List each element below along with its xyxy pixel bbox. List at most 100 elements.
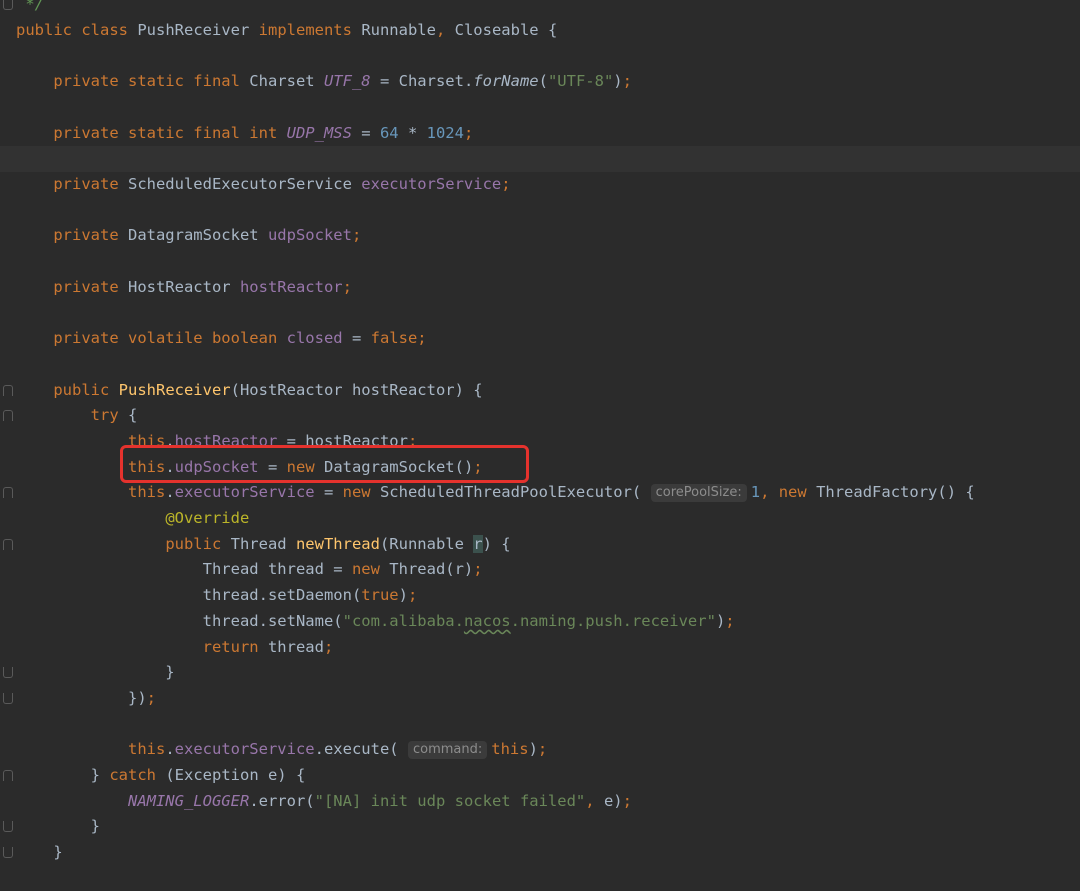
code-text: this.executorService = new ScheduledThre… — [16, 480, 975, 506]
code-text: public Thread newThread(Runnable r) { — [16, 532, 511, 558]
fold-end-icon[interactable] — [3, 0, 13, 10]
code-token: UTF_8 — [323, 72, 371, 91]
code-token: . — [165, 457, 175, 476]
code-token: DatagramSocket — [127, 226, 268, 245]
code-line[interactable] — [0, 712, 1080, 738]
code-text: } — [16, 660, 174, 686]
code-line[interactable]: } — [0, 660, 1080, 686]
code-line[interactable] — [0, 95, 1080, 121]
code-token: .error( — [249, 791, 315, 810]
code-token: ; — [725, 611, 735, 630]
code-token: (Exception e) { — [165, 766, 306, 784]
code-token: ) { — [482, 534, 511, 553]
code-line[interactable]: private static final int UDP_MSS = 64 * … — [0, 121, 1080, 147]
code-line[interactable]: try { — [0, 403, 1080, 429]
code-line[interactable]: this.udpSocket = new DatagramSocket(); — [0, 455, 1080, 481]
code-line[interactable] — [0, 198, 1080, 224]
fold-start-icon[interactable] — [3, 410, 13, 422]
code-line[interactable] — [0, 249, 1080, 275]
code-token: ; — [501, 174, 511, 193]
code-editor[interactable]: */ public class PushReceiver implements R… — [0, 0, 1080, 881]
code-line[interactable]: public Thread newThread(Runnable r) { — [0, 532, 1080, 558]
code-token: ; — [351, 226, 362, 245]
code-token: } — [16, 766, 110, 784]
code-token: @Override — [165, 509, 250, 527]
code-text: this.hostReactor = hostReactor; — [16, 429, 417, 455]
code-token: this — [127, 431, 166, 450]
fold-start-icon[interactable] — [3, 487, 13, 499]
code-line[interactable]: NAMING_LOGGER.error("[NA] init udp socke… — [0, 789, 1080, 815]
code-line[interactable]: private DatagramSocket udpSocket; — [0, 223, 1080, 249]
fold-start-icon[interactable] — [3, 384, 13, 396]
code-token: ; — [407, 586, 418, 605]
code-line[interactable]: } — [0, 840, 1080, 866]
code-token: hostReactor — [239, 277, 343, 296]
code-token: , — [585, 791, 604, 810]
code-token: e) — [603, 791, 623, 810]
code-token: ; — [473, 560, 483, 579]
code-text: private HostReactor hostReactor; — [16, 275, 352, 301]
code-line[interactable]: return thread; — [0, 635, 1080, 661]
code-token: new — [342, 483, 380, 502]
code-line[interactable]: public PushReceiver(HostReactor hostReac… — [0, 378, 1080, 404]
code-token: Thread thread = — [16, 560, 352, 579]
code-token: this — [127, 483, 166, 502]
code-token: ) — [715, 611, 726, 630]
code-line[interactable]: private volatile boolean closed = false; — [0, 326, 1080, 352]
code-line[interactable]: private HostReactor hostReactor; — [0, 275, 1080, 301]
code-line[interactable] — [0, 43, 1080, 69]
code-token: ; — [473, 457, 483, 476]
code-line[interactable]: private ScheduledExecutorService executo… — [0, 172, 1080, 198]
code-line[interactable]: thread.setDaemon(true); — [0, 583, 1080, 609]
fold-end-icon[interactable] — [3, 847, 13, 859]
fold-end-icon[interactable] — [3, 667, 13, 679]
code-line[interactable] — [0, 352, 1080, 378]
fold-start-icon[interactable] — [3, 538, 13, 550]
code-text: }); — [16, 686, 156, 712]
code-text: private volatile boolean closed = false; — [16, 326, 426, 352]
code-line[interactable]: thread.setName("com.alibaba.nacos.naming… — [0, 609, 1080, 635]
code-text: thread.setDaemon(true); — [16, 583, 418, 609]
code-text: Thread thread = new Thread(r); — [16, 557, 483, 583]
code-text: try { — [16, 403, 138, 429]
code-line[interactable]: public class PushReceiver implements Run… — [0, 18, 1080, 44]
code-line[interactable]: }); — [0, 686, 1080, 712]
code-token: HostReactor — [127, 277, 240, 296]
code-line[interactable]: @Override — [0, 506, 1080, 532]
fold-end-icon[interactable] — [3, 821, 13, 833]
fold-start-icon[interactable] — [3, 770, 13, 781]
fold-end-icon[interactable] — [3, 692, 13, 704]
code-token: thread.setDaemon( — [16, 586, 362, 605]
code-line[interactable]: this.executorService = new ScheduledThre… — [0, 480, 1080, 506]
code-line[interactable]: private static final Charset UTF_8 = Cha… — [0, 69, 1080, 95]
code-token: Thread — [230, 534, 296, 553]
code-line[interactable]: this.executorService.execute( command: th… — [0, 737, 1080, 763]
code-token: NAMING_LOGGER — [127, 791, 250, 810]
code-token: = hostReactor — [277, 431, 408, 450]
code-token: */ — [16, 0, 44, 13]
code-line[interactable] — [0, 300, 1080, 326]
code-line[interactable]: */ — [0, 0, 1080, 18]
code-line[interactable]: Thread thread = new Thread(r); — [0, 557, 1080, 583]
code-line[interactable] — [0, 866, 1080, 891]
code-token: thread — [267, 637, 324, 656]
code-line[interactable]: } — [0, 814, 1080, 840]
code-token: catch — [109, 766, 166, 784]
code-text: private static final Charset UTF_8 = Cha… — [16, 69, 632, 95]
code-token: * — [398, 123, 427, 142]
parameter-hint: command: — [407, 741, 488, 760]
code-token: "com.alibaba. — [342, 611, 464, 630]
code-token: implements — [258, 20, 362, 39]
code-line[interactable] — [0, 146, 1080, 172]
code-line[interactable]: this.hostReactor = hostReactor; — [0, 429, 1080, 455]
code-token: } — [16, 817, 100, 836]
code-token: }) — [16, 688, 147, 707]
code-line[interactable]: } catch (Exception e) { — [0, 763, 1080, 789]
